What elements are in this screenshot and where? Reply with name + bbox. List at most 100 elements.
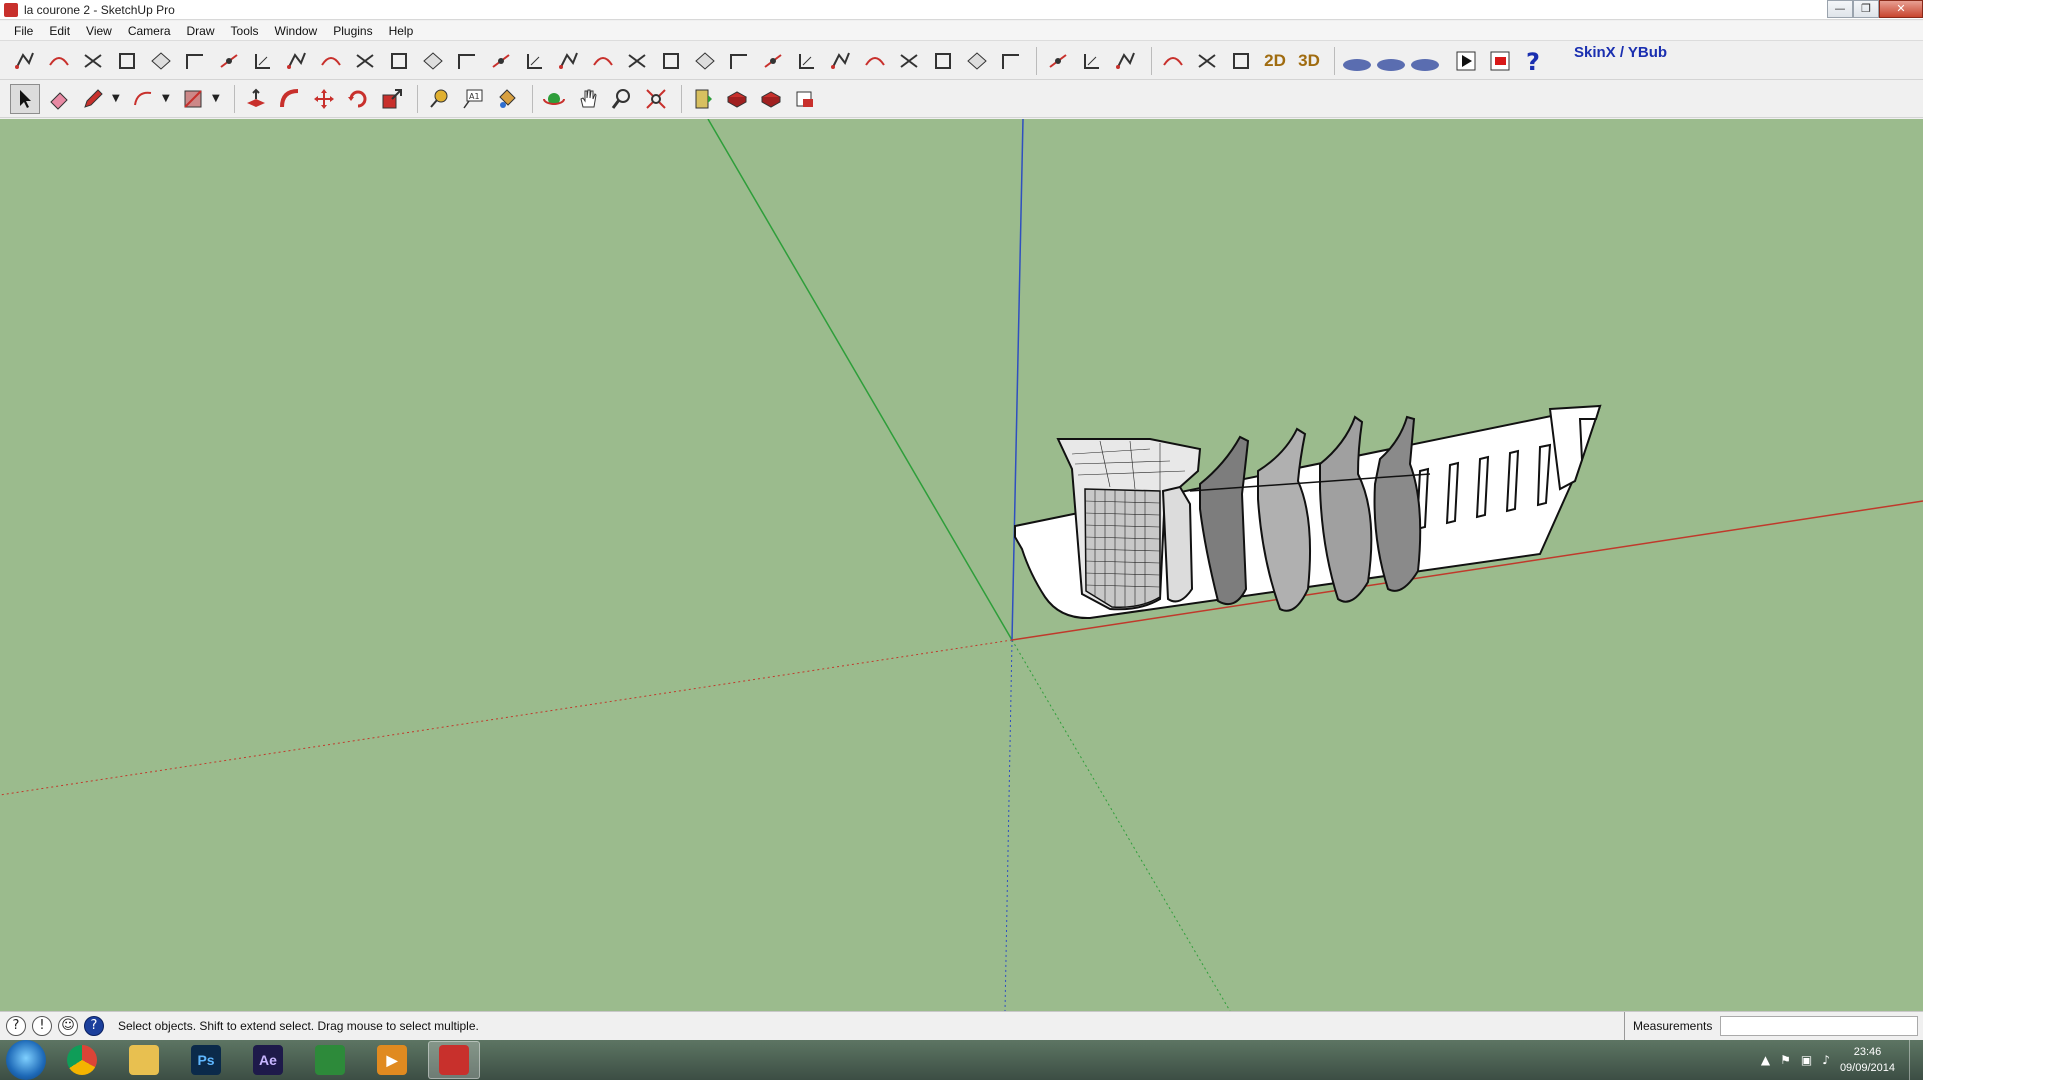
component-tool-3-button[interactable] (790, 84, 820, 114)
plugin-tool-11-button[interactable] (350, 46, 380, 76)
text-tool-button[interactable]: A1 (458, 84, 488, 114)
section-plane-tool-button[interactable] (688, 84, 718, 114)
plugin-help-button[interactable]: ? (1519, 46, 1549, 76)
menu-view[interactable]: View (78, 21, 120, 41)
view-2d-button[interactable]: 2D (1260, 46, 1290, 76)
volume-icon[interactable]: ♪ (1822, 1053, 1830, 1067)
plugin-tool-8-button[interactable] (248, 46, 278, 76)
play-button[interactable] (1451, 46, 1481, 76)
plugin-tool-4-button[interactable] (112, 46, 142, 76)
plugin-tool-22-button[interactable] (724, 46, 754, 76)
follow-me-tool-button[interactable] (275, 84, 305, 114)
plugin-tool-6-button[interactable] (180, 46, 210, 76)
arc-dropdown-icon[interactable]: ▼ (162, 93, 172, 104)
plugin-tool-26-button[interactable] (860, 46, 890, 76)
scale-tool-button[interactable] (377, 84, 407, 114)
plugin-tool-25-button[interactable] (826, 46, 856, 76)
plugin-tool-14-button[interactable] (452, 46, 482, 76)
taskbar-photoshop[interactable]: Ps (180, 1041, 232, 1079)
plugin-tool-23-button[interactable] (758, 46, 788, 76)
taskbar-chrome[interactable] (56, 1041, 108, 1079)
start-button[interactable] (6, 1040, 46, 1080)
action-center-icon[interactable]: ⚑ (1780, 1053, 1791, 1067)
select-tool-button[interactable] (10, 83, 40, 114)
zoom-tool-button[interactable] (607, 84, 637, 114)
arrow-cursor-icon (20, 89, 31, 108)
plugin-tool-34-button[interactable] (1158, 46, 1188, 76)
menu-window[interactable]: Window (267, 21, 326, 41)
taskbar-media-player[interactable]: ▶ (366, 1041, 418, 1079)
rectangle-dropdown-icon[interactable]: ▼ (212, 93, 222, 104)
plugin-tool-12-button[interactable] (384, 46, 414, 76)
show-desktop-button[interactable] (1909, 1040, 1923, 1080)
taskbar-after-effects[interactable]: Ae (242, 1041, 294, 1079)
skinx-ybub-label[interactable]: SkinX / YBub (1574, 44, 1667, 61)
plugin-tool-9-button[interactable] (282, 46, 312, 76)
plugin-tool-27-button[interactable] (894, 46, 924, 76)
measurements-input[interactable] (1720, 1016, 1918, 1036)
zoom-extents-tool-button[interactable] (641, 84, 671, 114)
plugin-tool-3-button[interactable] (78, 46, 108, 76)
plugin-tool-17-button[interactable] (554, 46, 584, 76)
plugin-tool-2-button[interactable] (44, 46, 74, 76)
plugin-tool-21-button[interactable] (690, 46, 720, 76)
orbit-tool-button[interactable] (539, 84, 569, 114)
show-hidden-icons-icon[interactable]: ▲ (1761, 1053, 1770, 1067)
plugin-tool-20-button[interactable] (656, 46, 686, 76)
view-3d-button[interactable]: 3D (1294, 46, 1324, 76)
rectangle-tool-button[interactable] (178, 84, 208, 114)
help-icon[interactable]: ? (84, 1016, 104, 1036)
rotate-tool-button[interactable] (343, 84, 373, 114)
credits-icon[interactable]: ! (32, 1016, 52, 1036)
plugin-tool-33-button[interactable] (1111, 46, 1141, 76)
paint-bucket-tool-button[interactable] (492, 84, 522, 114)
plugin-tool-30-button[interactable] (996, 46, 1026, 76)
arc-tool-button[interactable] (128, 84, 158, 114)
menu-plugins[interactable]: Plugins (325, 21, 380, 41)
pencil-tool-button[interactable] (78, 84, 108, 114)
taskbar-explorer[interactable] (118, 1041, 170, 1079)
plugin-tool-29-button[interactable] (962, 46, 992, 76)
plugin-tool-10-button[interactable] (316, 46, 346, 76)
ship-hull-model[interactable] (1014, 404, 1602, 620)
plugin-tool-24-button[interactable] (792, 46, 822, 76)
maximize-button[interactable]: ❐ (1853, 0, 1879, 18)
clock[interactable]: 23:46 09/09/2014 (1840, 1044, 1895, 1076)
stop-button[interactable] (1485, 46, 1515, 76)
close-button[interactable]: ✕ (1879, 0, 1923, 18)
menu-camera[interactable]: Camera (120, 21, 179, 41)
network-icon[interactable]: ▣ (1801, 1053, 1812, 1067)
plugin-tool-32-button[interactable] (1077, 46, 1107, 76)
menu-edit[interactable]: Edit (41, 21, 78, 41)
plugin-tool-1-button[interactable] (10, 46, 40, 76)
tape-measure-tool-button[interactable] (424, 84, 454, 114)
minimize-button[interactable]: — (1827, 0, 1853, 18)
plugin-tool-15-button[interactable] (486, 46, 516, 76)
taskbar-sketch-app[interactable] (304, 1041, 356, 1079)
plugin-tool-7-button[interactable] (214, 46, 244, 76)
plugin-tool-13-button[interactable] (418, 46, 448, 76)
pan-tool-button[interactable] (573, 84, 603, 114)
push-pull-tool-button[interactable] (241, 84, 271, 114)
plugin-tool-35-button[interactable] (1192, 46, 1222, 76)
taskbar-sketchup[interactable] (428, 1041, 480, 1079)
3d-viewport[interactable] (0, 119, 1923, 1011)
pencil-dropdown-icon[interactable]: ▼ (112, 93, 122, 104)
user-icon[interactable]: ☺ (58, 1016, 78, 1036)
plugin-tool-31-button[interactable] (1043, 46, 1073, 76)
plugin-tool-28-button[interactable] (928, 46, 958, 76)
component-tool-2-button[interactable] (756, 84, 786, 114)
plugin-tool-19-button[interactable] (622, 46, 652, 76)
plugin-tool-5-button[interactable] (146, 46, 176, 76)
menu-tools[interactable]: Tools (223, 21, 267, 41)
menu-help[interactable]: Help (381, 21, 422, 41)
move-tool-button[interactable] (309, 84, 339, 114)
menu-draw[interactable]: Draw (179, 21, 223, 41)
eraser-tool-button[interactable] (44, 84, 74, 114)
menu-file[interactable]: File (6, 21, 41, 41)
component-tool-1-button[interactable] (722, 84, 752, 114)
plugin-tool-36-button[interactable] (1226, 46, 1256, 76)
geo-location-icon[interactable]: ? (6, 1016, 26, 1036)
plugin-tool-18-button[interactable] (588, 46, 618, 76)
plugin-tool-16-button[interactable] (520, 46, 550, 76)
